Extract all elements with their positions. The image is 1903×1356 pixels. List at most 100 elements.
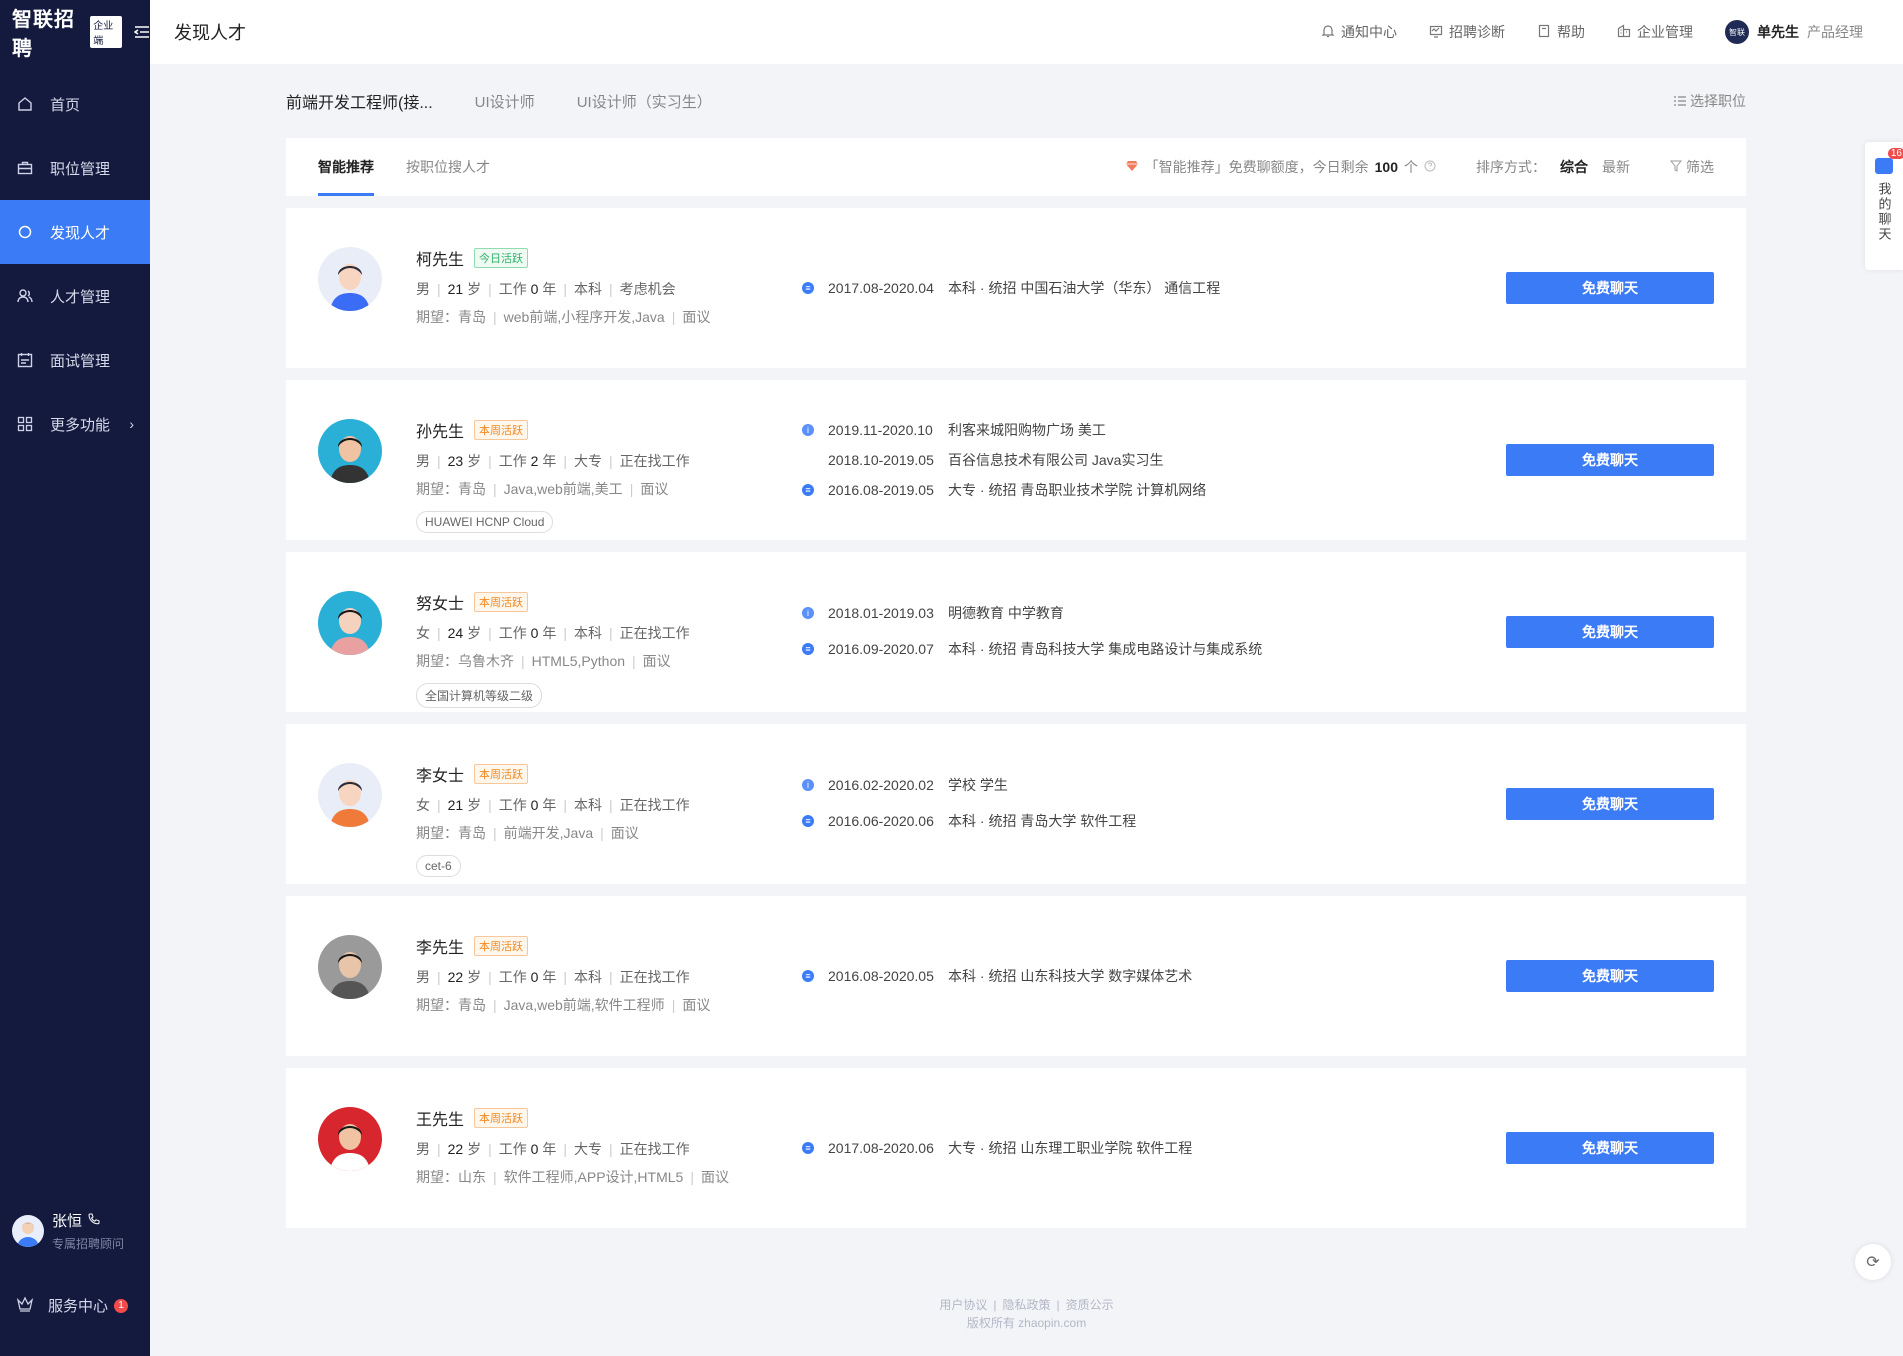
- job-tab[interactable]: UI设计师（实习生）: [577, 91, 712, 112]
- job-status: 正在找工作: [619, 625, 690, 641]
- sidebar-item-interview[interactable]: 面试管理: [0, 328, 150, 392]
- grid-icon: [16, 415, 34, 433]
- job-tab[interactable]: 前端开发工程师(接...: [286, 89, 433, 113]
- work-prefix: 工作: [498, 1141, 527, 1157]
- collapse-menu-icon[interactable]: [133, 25, 150, 39]
- sort-option-comprehensive[interactable]: 综合: [1560, 157, 1588, 177]
- tab-label: 按职位搜人才: [406, 159, 490, 175]
- degree: 本科: [573, 281, 602, 297]
- experience-text: 学校 学生: [948, 777, 1008, 793]
- candidate-card[interactable]: 王先生 本周活跃 男 | 22 岁 | 工作 0 年 | 大专 | 正在找工作 期望：山东 | 软件…: [286, 1068, 1746, 1228]
- user-menu[interactable]: 智联 单先生 产品经理: [1725, 20, 1863, 44]
- candidate-name[interactable]: 李先生: [416, 934, 464, 958]
- candidate-name[interactable]: 李女士: [416, 762, 464, 786]
- my-chat-panel[interactable]: 16 我的聊天: [1865, 142, 1903, 270]
- help-link[interactable]: 帮助: [1537, 22, 1585, 42]
- people-icon: [16, 287, 34, 305]
- expect-salary: 面议: [682, 997, 711, 1013]
- skill-tag: cet-6: [416, 855, 461, 877]
- work-years: 0: [530, 1141, 539, 1157]
- candidate-avatar[interactable]: [318, 935, 382, 999]
- footer-link-agreement[interactable]: 用户协议: [939, 1298, 987, 1312]
- sidebar-item-label: 发现人才: [50, 224, 111, 242]
- experience-text: 本科 · 统招 中国石油大学（华东） 通信工程: [948, 280, 1221, 296]
- page-title: 发现人才: [174, 23, 246, 43]
- job-status: 正在找工作: [619, 969, 690, 985]
- candidate-avatar[interactable]: [318, 763, 382, 827]
- refresh-button[interactable]: ⟳: [1855, 1244, 1891, 1280]
- candidate-card[interactable]: 努女士 本周活跃 女 | 24 岁 | 工作 0 年 | 本科 | 正在找工作 期望：乌鲁木齐 |…: [286, 552, 1746, 712]
- candidate-name[interactable]: 王先生: [416, 1106, 464, 1130]
- footer-link-license[interactable]: 资质公示: [1066, 1298, 1114, 1312]
- candidate-avatar[interactable]: [318, 591, 382, 655]
- candidate-meta: 女 | 24 岁 | 工作 0 年 | 本科 | 正在找工作: [416, 625, 690, 641]
- diamond-icon: [1125, 159, 1139, 175]
- work-years: 0: [530, 625, 539, 641]
- question-icon[interactable]: [1424, 159, 1436, 175]
- candidate-info: 努女士 本周活跃 女 | 24 岁 | 工作 0 年 | 本科 | 正在找工作 期望：乌鲁木齐 |…: [416, 590, 690, 708]
- tab-smart-recommend[interactable]: 智能推荐: [318, 138, 374, 196]
- service-center-label: 服务中心: [48, 1298, 109, 1315]
- candidate-expectation: 期望：青岛 | web前端,小程序开发,Java | 面议: [416, 309, 711, 325]
- candidate-card[interactable]: 李女士 本周活跃 女 | 21 岁 | 工作 0 年 | 本科 | 正在找工作 期望：青岛 | 前端…: [286, 724, 1746, 884]
- degree: 大专: [573, 1141, 602, 1157]
- candidate-avatar[interactable]: [318, 419, 382, 483]
- age: 22: [447, 969, 464, 985]
- free-chat-button[interactable]: 免费聊天: [1506, 1132, 1714, 1164]
- sidebar-item-discover[interactable]: 发现人才: [0, 200, 150, 264]
- job-status: 正在找工作: [619, 1141, 690, 1157]
- expect-label: 期望：: [416, 481, 458, 497]
- experience-row: ≡ 2016.09-2020.07 本科 · 统招 青岛科技大学 集成电路设计与…: [802, 634, 1262, 664]
- main-content: 前端开发工程师(接... UI设计师 UI设计师（实习生） 选择职位 智能推荐 …: [286, 64, 1746, 1228]
- candidate-avatar[interactable]: [318, 1107, 382, 1171]
- sidebar-item-jobs[interactable]: 职位管理: [0, 136, 150, 200]
- phone-icon[interactable]: [88, 1212, 100, 1229]
- age-unit: 岁: [467, 969, 482, 985]
- consultant[interactable]: 张恒 专属招聘顾问: [12, 1210, 124, 1252]
- experience-text: 百谷信息技术有限公司 Java实习生: [948, 452, 1164, 468]
- tab-label: 智能推荐: [318, 159, 374, 175]
- candidate-card[interactable]: 孙先生 本周活跃 男 | 23 岁 | 工作 2 年 | 大专 | 正在找工作 期望：青岛 | Ja…: [286, 380, 1746, 540]
- candidate-meta: 男 | 22 岁 | 工作 0 年 | 本科 | 正在找工作: [416, 969, 690, 985]
- footer-link-privacy[interactable]: 隐私政策: [1002, 1298, 1050, 1312]
- activity-badge: 本周活跃: [474, 592, 529, 612]
- sidebar-item-more[interactable]: 更多功能 ›: [0, 392, 150, 456]
- service-center[interactable]: 服务中心 1: [16, 1295, 129, 1316]
- notification-link[interactable]: 通知中心: [1321, 22, 1397, 42]
- sidebar-item-home[interactable]: 首页: [0, 72, 150, 136]
- sort-option-newest[interactable]: 最新: [1602, 157, 1630, 177]
- consultant-avatar: [12, 1215, 44, 1247]
- activity-badge: 本周活跃: [474, 764, 529, 784]
- activity-badge: 本周活跃: [474, 1108, 529, 1128]
- candidate-card[interactable]: 柯先生 今日活跃 男 | 21 岁 | 工作 0 年 | 本科 | 考虑机会 期望：青岛 | web…: [286, 208, 1746, 368]
- free-chat-button[interactable]: 免费聊天: [1506, 788, 1714, 820]
- candidate-name[interactable]: 柯先生: [416, 246, 464, 270]
- service-badge: 1: [114, 1298, 129, 1313]
- experience-text: 明德教育 中学教育: [948, 605, 1064, 621]
- work-icon: i: [802, 424, 814, 436]
- job-tab[interactable]: UI设计师: [475, 91, 535, 112]
- choose-position-button[interactable]: 选择职位: [1674, 64, 1746, 138]
- diagnosis-link[interactable]: 招聘诊断: [1429, 22, 1505, 42]
- candidate-avatar[interactable]: [318, 247, 382, 311]
- age: 23: [447, 453, 464, 469]
- candidate-name[interactable]: 孙先生: [416, 418, 464, 442]
- skill-tag: HUAWEI HCNP Cloud: [416, 511, 554, 533]
- free-chat-button[interactable]: 免费聊天: [1506, 272, 1714, 304]
- free-chat-button[interactable]: 免费聊天: [1506, 960, 1714, 992]
- expect-city: 乌鲁木齐: [458, 653, 514, 669]
- consultant-name: 张恒: [52, 1213, 83, 1230]
- sort-options: 排序方式： 综合 最新: [1476, 157, 1630, 177]
- free-chat-button[interactable]: 免费聊天: [1506, 444, 1714, 476]
- candidate-card[interactable]: 李先生 本周活跃 男 | 22 岁 | 工作 0 年 | 本科 | 正在找工作 期望：青岛 | Ja…: [286, 896, 1746, 1056]
- experience-row: ≡ 2016.08-2020.05 本科 · 统招 山东科技大学 数字媒体艺术: [802, 961, 1192, 991]
- enterprise-link[interactable]: 企业管理: [1617, 22, 1693, 42]
- logo[interactable]: 智联招聘 企业端: [0, 0, 150, 64]
- tab-search-by-position[interactable]: 按职位搜人才: [406, 138, 490, 196]
- free-chat-button[interactable]: 免费聊天: [1506, 616, 1714, 648]
- filter-button[interactable]: 筛选: [1669, 157, 1714, 177]
- discover-icon: [16, 223, 34, 241]
- gender: 男: [416, 281, 430, 297]
- sidebar-item-talent[interactable]: 人才管理: [0, 264, 150, 328]
- candidate-name[interactable]: 努女士: [416, 590, 464, 614]
